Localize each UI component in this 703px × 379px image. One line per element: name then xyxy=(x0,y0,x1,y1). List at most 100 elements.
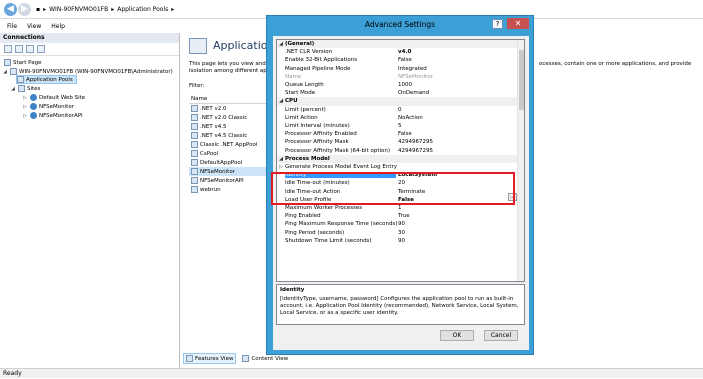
property-value[interactable]: 1000 xyxy=(396,82,412,88)
close-button[interactable]: ✕ xyxy=(507,18,529,29)
property-row[interactable]: Enable 32-Bit Applications False xyxy=(277,56,517,64)
features-view-icon xyxy=(186,355,193,362)
disconnect-icon[interactable] xyxy=(37,45,45,53)
property-value[interactable]: v4.0 xyxy=(396,49,411,55)
expand-icon[interactable]: ▷ xyxy=(22,95,28,101)
property-category[interactable]: ◢ CPU xyxy=(277,97,517,106)
tree-item-nfsemonitor[interactable]: ▷ NFSeMonitor xyxy=(22,102,74,111)
property-name: Name xyxy=(285,73,302,80)
breadcrumb-sep: ▸ xyxy=(43,6,47,13)
tree-item-default-web-site[interactable]: ▷ Default Web Site xyxy=(22,93,85,102)
property-row[interactable]: Start Mode OnDemand xyxy=(277,89,517,97)
tree-item-nfsemonitorapi[interactable]: ▷ NFSeMonitorAPI xyxy=(22,111,83,120)
help-button[interactable]: ? xyxy=(492,19,503,29)
property-scrollbar[interactable] xyxy=(517,40,524,281)
property-row[interactable]: Ping Maximum Response Time (seconds) 90 xyxy=(277,220,517,228)
connect-icon[interactable] xyxy=(4,45,12,53)
collapse-icon[interactable]: ◢ xyxy=(277,156,285,162)
property-name: Maximum Worker Processes xyxy=(285,205,363,212)
property-row[interactable]: Queue Length 1000 xyxy=(277,81,517,89)
property-value[interactable]: 1 xyxy=(396,205,402,211)
pool-name: NFSeMonitorAPI xyxy=(200,177,244,184)
property-name: Ping Period (seconds) xyxy=(285,229,345,236)
tree-item-application-pools[interactable]: Application Pools xyxy=(16,75,77,84)
pool-name: .NET v2.0 xyxy=(200,105,227,112)
tree-item-sites[interactable]: ◢ Sites xyxy=(10,84,40,93)
property-row[interactable]: Limit Interval (minutes) 5 xyxy=(277,122,517,130)
filter-label[interactable]: Filter: xyxy=(189,83,204,89)
property-value[interactable]: 5 xyxy=(396,123,402,129)
property-row[interactable]: Limit Action NoAction xyxy=(277,114,517,122)
tab-content-view[interactable]: Content View xyxy=(240,354,290,363)
property-category[interactable]: ◢ Process Model xyxy=(277,154,517,163)
menu-help[interactable]: Help xyxy=(51,23,65,30)
property-value[interactable]: False xyxy=(396,131,412,137)
property-value[interactable]: Integrated xyxy=(396,66,427,72)
app-pool-icon xyxy=(191,159,198,166)
menu-file[interactable]: File xyxy=(7,23,17,30)
collapse-icon[interactable]: ◢ xyxy=(10,86,16,92)
pool-name: .NET v4.5 xyxy=(200,123,227,130)
save-icon[interactable] xyxy=(15,45,23,53)
property-value[interactable]: 4294967295 xyxy=(396,148,433,154)
property-value[interactable]: NFSeMonitor xyxy=(396,74,433,80)
breadcrumb: ▪ ▸ WIN-90FNVMO01FB ▸ Application Pools … xyxy=(36,3,174,16)
property-value[interactable]: NoAction xyxy=(396,115,423,121)
cancel-button[interactable]: Cancel xyxy=(484,330,518,341)
pool-name: .NET v4.5 Classic xyxy=(200,132,248,139)
breadcrumb-app-pools[interactable]: Application Pools xyxy=(117,6,168,13)
property-value[interactable]: True xyxy=(396,213,410,219)
property-value[interactable]: 90 xyxy=(396,221,405,227)
tab-features-view[interactable]: Features View xyxy=(183,353,237,364)
property-row[interactable]: ▷ Generate Process Model Event Log Entry xyxy=(277,163,517,171)
app-pool-icon xyxy=(191,105,198,112)
expand-icon[interactable]: ▷ xyxy=(22,113,28,119)
property-name: Limit Interval (minutes) xyxy=(285,123,350,130)
property-name: Managed Pipeline Mode xyxy=(285,65,351,72)
property-value[interactable]: False xyxy=(396,57,412,63)
property-value[interactable]: 4294967295 xyxy=(396,139,433,145)
property-value[interactable]: 0 xyxy=(396,107,402,113)
tree-item-label: Start Page xyxy=(13,59,42,66)
property-value[interactable]: OnDemand xyxy=(396,90,429,96)
description-panel: Identity [identityType, username, passwo… xyxy=(276,284,525,325)
breadcrumb-server[interactable]: WIN-90FNVMO01FB xyxy=(49,6,108,13)
expand-icon[interactable]: ▷ xyxy=(22,104,28,110)
property-row[interactable]: Shutdown Time Limit (seconds) 90 xyxy=(277,237,517,245)
collapse-icon[interactable]: ◢ xyxy=(277,41,285,47)
property-row[interactable]: Ping Enabled True xyxy=(277,212,517,220)
expand-icon[interactable]: ▷ xyxy=(277,164,285,170)
tree-item-label: Sites xyxy=(27,85,41,92)
property-row[interactable]: Limit (percent) 0 xyxy=(277,106,517,114)
property-row[interactable]: Ping Period (seconds) 30 xyxy=(277,229,517,237)
app-pool-icon xyxy=(191,123,198,130)
ok-button[interactable]: OK xyxy=(440,330,474,341)
computer-icon: ▪ xyxy=(36,6,41,13)
server-icon xyxy=(10,68,17,75)
forward-button[interactable]: ▶ xyxy=(18,3,31,16)
scrollbar-thumb[interactable] xyxy=(519,50,524,110)
property-row[interactable]: Maximum Worker Processes 1 xyxy=(277,204,517,212)
up-icon[interactable] xyxy=(26,45,34,53)
pool-name: webrun xyxy=(200,186,221,193)
property-row[interactable]: .NET CLR Version v4.0 xyxy=(277,48,517,56)
collapse-icon[interactable]: ◢ xyxy=(277,98,285,104)
property-name: .NET CLR Version xyxy=(285,49,333,56)
tree-item-start-page[interactable]: Start Page xyxy=(4,58,42,67)
property-value[interactable]: 90 xyxy=(396,238,405,244)
app-pool-icon xyxy=(191,114,198,121)
property-row[interactable]: Name NFSeMonitor xyxy=(277,73,517,81)
app-pool-icon xyxy=(191,150,198,157)
property-category[interactable]: ◢ (General) xyxy=(277,40,517,49)
property-row[interactable]: Managed Pipeline Mode Integrated xyxy=(277,65,517,73)
property-row[interactable]: Processor Affinity Enabled False xyxy=(277,130,517,138)
property-row[interactable]: Processor Affinity Mask 4294967295 xyxy=(277,138,517,146)
sites-icon xyxy=(18,85,25,92)
collapse-icon[interactable]: ◢ xyxy=(2,69,8,75)
connections-pane: Connections Start Page ◢ WIN-90FNVMO01FB… xyxy=(0,33,180,368)
property-name: Generate Process Model Event Log Entry xyxy=(285,164,398,171)
property-value[interactable]: 30 xyxy=(396,230,405,236)
back-button[interactable]: ◀ xyxy=(4,3,17,16)
property-row[interactable]: Processor Affinity Mask (64-bit option) 4… xyxy=(277,147,517,155)
menu-view[interactable]: View xyxy=(27,23,41,30)
